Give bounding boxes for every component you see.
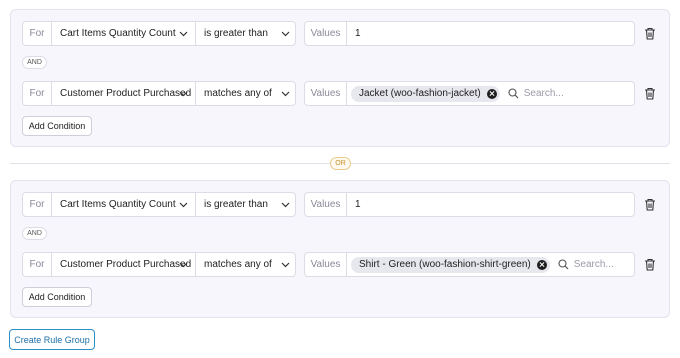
chevron-down-icon: [179, 31, 188, 37]
value-text[interactable]: 1: [347, 199, 361, 210]
and-badge: AND: [22, 56, 47, 69]
operator-select-value: is greater than: [204, 28, 268, 39]
condition-selector: For Cart Items Quantity Count is greater…: [22, 192, 296, 217]
operator-select-value: matches any of: [204, 88, 272, 99]
and-badge: AND: [22, 227, 47, 240]
condition-selector: For Customer Product Purchased matches a…: [22, 81, 296, 106]
rule-group: For Cart Items Quantity Count is greater…: [10, 9, 670, 147]
close-circle-icon[interactable]: [536, 259, 547, 270]
values-label: Values: [305, 253, 347, 276]
search-placeholder: Search...: [523, 88, 564, 99]
field-select-value: Customer Product Purchased: [60, 259, 192, 270]
values-multiselect[interactable]: Values Jacket (woo-fashion-jacket) Searc…: [304, 81, 635, 106]
condition-row: For Cart Items Quantity Count is greater…: [22, 21, 670, 46]
chevron-down-icon: [281, 31, 290, 37]
values-label: Values: [305, 193, 347, 216]
add-condition-button[interactable]: Add Condition: [22, 116, 92, 136]
condition-selector: For Cart Items Quantity Count is greater…: [22, 21, 296, 46]
values-label: Values: [305, 22, 347, 45]
trash-icon[interactable]: [644, 87, 656, 100]
operator-select[interactable]: is greater than: [196, 22, 297, 45]
values-multiselect[interactable]: Values Shirt - Green (woo-fashion-shirt-…: [304, 252, 635, 277]
condition-selector: For Customer Product Purchased matches a…: [22, 252, 296, 277]
for-label: For: [23, 22, 52, 45]
create-rule-group-button[interactable]: Create Rule Group: [9, 329, 95, 350]
search-icon: [558, 259, 569, 270]
field-select[interactable]: Cart Items Quantity Count: [52, 22, 196, 45]
values-label: Values: [305, 82, 347, 105]
values-input[interactable]: Values 1: [304, 192, 635, 217]
operator-select[interactable]: is greater than: [196, 193, 297, 216]
condition-row: For Customer Product Purchased matches a…: [22, 81, 670, 106]
rule-group: For Cart Items Quantity Count is greater…: [10, 180, 670, 318]
chevron-down-icon: [179, 262, 188, 268]
for-label: For: [23, 253, 52, 276]
value-text[interactable]: 1: [347, 28, 361, 39]
for-label: For: [23, 82, 52, 105]
tag-label: Shirt - Green (woo-fashion-shirt-green): [359, 259, 531, 270]
selected-product-tag: Jacket (woo-fashion-jacket): [351, 85, 500, 102]
field-select[interactable]: Cart Items Quantity Count: [52, 193, 196, 216]
add-condition-button[interactable]: Add Condition: [22, 287, 92, 307]
field-select-value: Cart Items Quantity Count: [60, 199, 176, 210]
search-placeholder: Search...: [573, 259, 614, 270]
chevron-down-icon: [179, 202, 188, 208]
operator-select[interactable]: matches any of: [196, 82, 297, 105]
chevron-down-icon: [281, 262, 290, 268]
or-badge: OR: [330, 157, 351, 170]
search-icon: [508, 88, 519, 99]
trash-icon[interactable]: [644, 198, 656, 211]
selected-product-tag: Shirt - Green (woo-fashion-shirt-green): [351, 256, 550, 273]
field-select-value: Cart Items Quantity Count: [60, 28, 176, 39]
product-search[interactable]: Search...: [508, 88, 564, 99]
field-select[interactable]: Customer Product Purchased: [52, 82, 196, 105]
values-input[interactable]: Values 1: [304, 21, 635, 46]
chevron-down-icon: [281, 91, 290, 97]
operator-select-value: is greater than: [204, 199, 268, 210]
condition-row: For Cart Items Quantity Count is greater…: [22, 192, 670, 217]
tag-label: Jacket (woo-fashion-jacket): [359, 88, 481, 99]
operator-select-value: matches any of: [204, 259, 272, 270]
field-select[interactable]: Customer Product Purchased: [52, 253, 196, 276]
condition-row: For Customer Product Purchased matches a…: [22, 252, 670, 277]
trash-icon[interactable]: [644, 258, 656, 271]
for-label: For: [23, 193, 52, 216]
chevron-down-icon: [179, 91, 188, 97]
chevron-down-icon: [281, 202, 290, 208]
field-select-value: Customer Product Purchased: [60, 88, 192, 99]
trash-icon[interactable]: [644, 27, 656, 40]
operator-select[interactable]: matches any of: [196, 253, 297, 276]
close-circle-icon[interactable]: [486, 88, 497, 99]
product-search[interactable]: Search...: [558, 259, 614, 270]
